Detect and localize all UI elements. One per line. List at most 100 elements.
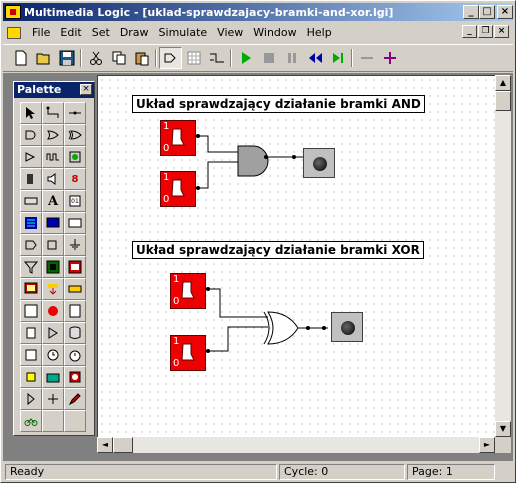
menu-help[interactable]: Help	[302, 26, 337, 39]
arrow-gate-icon[interactable]	[42, 322, 64, 344]
clock-icon[interactable]	[42, 146, 64, 168]
connector-icon[interactable]	[64, 102, 86, 124]
pulse-icon[interactable]	[64, 300, 86, 322]
run-icon[interactable]	[234, 47, 257, 69]
mdi-restore-button[interactable]: ❐	[478, 25, 493, 38]
red-dot-icon[interactable]	[42, 300, 64, 322]
random-icon[interactable]	[64, 278, 86, 300]
pen-icon[interactable]	[64, 388, 86, 410]
scroll-corner	[495, 437, 511, 453]
picture-icon[interactable]	[64, 256, 86, 278]
open-icon[interactable]	[32, 47, 55, 69]
or-gate-icon[interactable]	[42, 124, 64, 146]
mdi-minimize-button[interactable]: _	[462, 25, 477, 38]
dice-icon[interactable]	[20, 344, 42, 366]
new-icon[interactable]	[9, 47, 32, 69]
copy-icon[interactable]	[107, 47, 130, 69]
status-ready: Ready	[5, 464, 277, 480]
menu-edit[interactable]: Edit	[55, 26, 86, 39]
draw-mode-icon[interactable]	[159, 47, 182, 69]
and-gate-icon[interactable]	[20, 124, 42, 146]
stopwatch-icon[interactable]	[64, 344, 86, 366]
xor-input-switch-a[interactable]: 1 0	[170, 273, 206, 309]
and-output-led[interactable]	[303, 148, 335, 178]
menu-set[interactable]: Set	[87, 26, 115, 39]
stop-icon[interactable]	[257, 47, 280, 69]
menu-view[interactable]: View	[212, 26, 248, 39]
menu-simulate[interactable]: Simulate	[154, 26, 213, 39]
funnel-icon[interactable]	[20, 256, 42, 278]
circuit-canvas[interactable]: Układ sprawdzający działanie bramki AND …	[97, 75, 495, 437]
cut-icon[interactable]	[84, 47, 107, 69]
led-bulb-icon	[313, 157, 327, 171]
not-gate-icon[interactable]	[20, 146, 42, 168]
counter-icon[interactable]: 01	[64, 190, 86, 212]
scroll-left-icon[interactable]: ◄	[97, 437, 113, 453]
monitor-icon[interactable]	[20, 278, 42, 300]
menu-window[interactable]: Window	[248, 26, 301, 39]
scroll-right-icon[interactable]: ►	[479, 437, 495, 453]
palette-close-button[interactable]: ×	[80, 84, 92, 95]
database-icon[interactable]	[64, 322, 86, 344]
wire-tool-icon[interactable]	[42, 102, 64, 124]
maximize-button[interactable]: □	[479, 5, 495, 19]
bus-icon[interactable]	[42, 388, 64, 410]
vertical-scroll-thumb[interactable]	[495, 91, 511, 111]
arrow-icon[interactable]	[20, 388, 42, 410]
step-back-icon[interactable]	[303, 47, 326, 69]
scroll-up-icon[interactable]: ▲	[495, 75, 511, 91]
pause-icon[interactable]	[280, 47, 303, 69]
lamp-icon[interactable]	[20, 366, 42, 388]
sound-icon[interactable]	[42, 366, 64, 388]
xor-output-led[interactable]	[331, 312, 363, 342]
register-icon[interactable]	[64, 212, 86, 234]
zoom-out-icon[interactable]	[355, 47, 378, 69]
save-icon[interactable]	[55, 47, 78, 69]
wire-icon[interactable]	[205, 47, 228, 69]
minimize-button[interactable]: _	[463, 5, 479, 19]
and-input-switch-a[interactable]: 1 0	[160, 120, 196, 156]
xor-input-switch-b[interactable]: 1 0	[170, 335, 206, 371]
pointer-icon[interactable]	[20, 102, 42, 124]
timer-icon[interactable]	[42, 344, 64, 366]
title-bar: Multimedia Logic - [uklad-sprawdzajacy-b…	[3, 3, 513, 21]
flipflop-icon[interactable]	[20, 300, 42, 322]
display-icon[interactable]	[42, 212, 64, 234]
ic-icon[interactable]	[20, 322, 42, 344]
seven-segment-icon[interactable]: 8	[64, 168, 86, 190]
xor-gate-icon[interactable]	[64, 124, 86, 146]
motor-icon[interactable]	[42, 278, 64, 300]
menu-file[interactable]: File	[27, 26, 55, 39]
paste-icon[interactable]	[130, 47, 153, 69]
scroll-down-icon[interactable]: ▼	[495, 421, 511, 437]
xor-circuit-label[interactable]: Układ sprawdzający działanie bramki XOR	[132, 241, 424, 259]
menu-draw[interactable]: Draw	[115, 26, 154, 39]
robot-icon[interactable]	[64, 366, 86, 388]
and-circuit-label[interactable]: Układ sprawdzający działanie bramki AND	[132, 95, 425, 113]
grid-icon[interactable]	[182, 47, 205, 69]
switch-lever-icon	[181, 281, 195, 299]
led-icon[interactable]	[64, 146, 86, 168]
chip-icon[interactable]	[42, 256, 64, 278]
and-gate[interactable]	[237, 145, 269, 177]
horizontal-scrollbar[interactable]: ◄ ►	[97, 437, 495, 453]
horizontal-scroll-thumb[interactable]	[113, 437, 133, 453]
buffer-icon[interactable]	[20, 234, 42, 256]
step-forward-icon[interactable]	[326, 47, 349, 69]
vertical-scrollbar[interactable]: ▲ ▼	[495, 75, 511, 437]
tristate-icon[interactable]	[42, 234, 64, 256]
close-button[interactable]: ×	[497, 5, 513, 19]
ground-icon[interactable]	[64, 234, 86, 256]
and-input-switch-b[interactable]: 1 0	[160, 171, 196, 207]
text-tool-icon[interactable]: A	[42, 190, 64, 212]
xor-gate[interactable]	[263, 311, 299, 345]
speaker-icon[interactable]	[42, 168, 64, 190]
zoom-in-icon[interactable]	[378, 47, 401, 69]
keyboard-icon[interactable]	[20, 190, 42, 212]
document-icon[interactable]	[7, 26, 21, 39]
bicycle-icon[interactable]	[20, 410, 42, 432]
memory-icon[interactable]	[20, 212, 42, 234]
switch-icon[interactable]	[20, 168, 42, 190]
mdi-close-button[interactable]: ×	[494, 25, 509, 38]
palette-tools: 8 A 01	[20, 102, 86, 432]
